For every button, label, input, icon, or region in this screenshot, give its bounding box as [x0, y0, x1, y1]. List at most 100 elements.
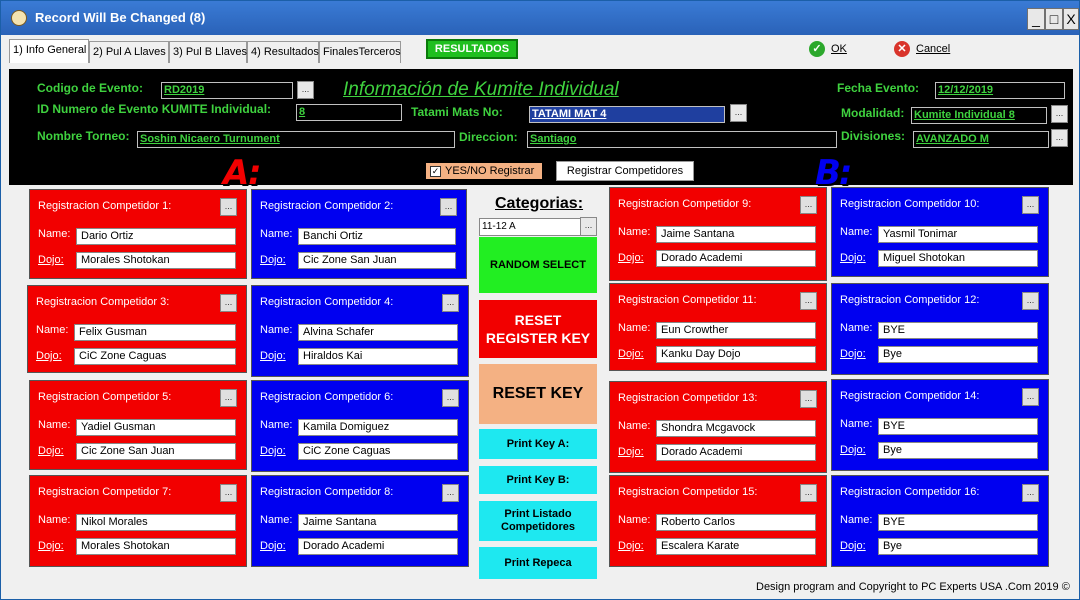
competitor-card: Registracion Competidor 16: ... Name: BY…: [831, 475, 1049, 567]
dojo-input[interactable]: Bye: [878, 346, 1038, 363]
dojo-input[interactable]: Hiraldos Kai: [298, 348, 458, 365]
name-input[interactable]: Alvina Schafer: [298, 324, 458, 341]
competitor-title: Registracion Competidor 10:: [840, 198, 980, 210]
competitor-lookup-button[interactable]: ...: [220, 294, 237, 312]
competitor-lookup-button[interactable]: ...: [220, 198, 237, 216]
torneo-field[interactable]: Soshin Nicaero Turnument: [137, 131, 455, 148]
name-input[interactable]: Eun Crowther: [656, 322, 816, 339]
fecha-field[interactable]: 12/12/2019: [935, 82, 1065, 99]
name-input[interactable]: Nikol Morales: [76, 514, 236, 531]
random-select-button[interactable]: RANDOM SELECT: [479, 237, 597, 293]
dojo-input[interactable]: Miguel Shotokan: [878, 250, 1038, 267]
print-key-b-button[interactable]: Print Key B:: [479, 466, 597, 494]
cancel-icon: ✕: [894, 41, 910, 57]
competitor-lookup-button[interactable]: ...: [800, 292, 817, 310]
name-input[interactable]: Jaime Santana: [656, 226, 816, 243]
reset-key-button[interactable]: RESET KEY: [479, 364, 597, 424]
tatami-field[interactable]: TATAMI MAT 4: [529, 106, 725, 123]
competitor-lookup-button[interactable]: ...: [442, 484, 459, 502]
reset-register-key-button[interactable]: RESET REGISTER KEY: [479, 300, 597, 358]
dojo-input[interactable]: Dorado Academi: [298, 538, 458, 555]
name-label: Name:: [36, 324, 69, 336]
name-label: Name:: [618, 514, 651, 526]
direccion-field[interactable]: Santiago: [527, 131, 837, 148]
competitor-lookup-button[interactable]: ...: [220, 484, 237, 502]
competitor-title: Registracion Competidor 4:: [260, 296, 394, 308]
codigo-lookup-button[interactable]: ...: [297, 81, 314, 99]
fecha-label: Fecha Evento:: [837, 81, 920, 95]
torneo-label: Nombre Torneo:: [37, 129, 130, 143]
name-input[interactable]: Dario Ortiz: [76, 228, 236, 245]
categoria-lookup-button[interactable]: ...: [580, 217, 597, 236]
name-input[interactable]: Shondra Mcgavock: [656, 420, 816, 437]
registrar-competidores-button[interactable]: Registrar Competidores: [556, 161, 694, 181]
name-input[interactable]: BYE: [878, 514, 1038, 531]
competitor-title: Registracion Competidor 3:: [36, 296, 170, 308]
dojo-input[interactable]: Morales Shotokan: [76, 252, 236, 269]
competitor-lookup-button[interactable]: ...: [800, 196, 817, 214]
dojo-input[interactable]: Dorado Academi: [656, 444, 816, 461]
competitor-lookup-button[interactable]: ...: [440, 198, 457, 216]
tab-pul-a-llaves[interactable]: 2) Pul A Llaves: [89, 41, 169, 63]
name-input[interactable]: Yadiel Gusman: [76, 419, 236, 436]
resultados-button[interactable]: RESULTADOS: [426, 39, 518, 59]
competitor-card: Registracion Competidor 9: ... Name: Jai…: [609, 187, 827, 281]
print-listado-button[interactable]: Print Listado Competidores: [479, 501, 597, 541]
dojo-input[interactable]: Kanku Day Dojo: [656, 346, 816, 363]
modalidad-field[interactable]: Kumite Individual 8: [911, 107, 1047, 124]
name-input[interactable]: BYE: [878, 322, 1038, 339]
modalidad-lookup-button[interactable]: ...: [1051, 105, 1068, 123]
group-a-label: A:: [223, 153, 262, 193]
name-input[interactable]: Kamila Domiguez: [298, 419, 458, 436]
name-input[interactable]: Yasmil Tonimar: [878, 226, 1038, 243]
name-input[interactable]: Felix Gusman: [74, 324, 236, 341]
tab-info-general[interactable]: 1) Info General: [9, 39, 89, 63]
minimize-button[interactable]: _: [1027, 8, 1045, 30]
competitor-lookup-button[interactable]: ...: [220, 389, 237, 407]
competitor-title: Registracion Competidor 7:: [38, 486, 172, 498]
divisiones-field[interactable]: AVANZADO M: [913, 131, 1049, 148]
competitor-lookup-button[interactable]: ...: [800, 484, 817, 502]
competitor-card: Registracion Competidor 1: ... Name: Dar…: [29, 189, 247, 279]
dojo-input[interactable]: Morales Shotokan: [76, 538, 236, 555]
maximize-button[interactable]: □: [1045, 8, 1063, 30]
id-field[interactable]: 8: [296, 104, 402, 121]
dojo-input[interactable]: CiC Zone Caguas: [298, 443, 458, 460]
dojo-input[interactable]: Cic Zone San Juan: [298, 252, 456, 269]
divisiones-label: Divisiones:: [841, 129, 906, 143]
name-input[interactable]: BYE: [878, 418, 1038, 435]
competitor-lookup-button[interactable]: ...: [1022, 292, 1039, 310]
categoria-select[interactable]: 11-12 A: [479, 218, 596, 236]
dojo-input[interactable]: Bye: [878, 442, 1038, 459]
tab-resultados[interactable]: 4) Resultados: [247, 41, 319, 63]
tatami-lookup-button[interactable]: ...: [730, 104, 747, 122]
dojo-input[interactable]: CiC Zone Caguas: [74, 348, 236, 365]
yesno-registrar-checkbox[interactable]: ✓ YES/NO Registrar: [426, 163, 543, 179]
competitor-lookup-button[interactable]: ...: [1022, 196, 1039, 214]
tab-finales-terceros[interactable]: FinalesTerceros: [319, 41, 401, 63]
competitor-title: Registracion Competidor 9:: [618, 198, 752, 210]
dojo-input[interactable]: Cic Zone San Juan: [76, 443, 236, 460]
tab-pul-b-llaves[interactable]: 3) Pul B Llaves: [169, 41, 247, 63]
print-key-a-button[interactable]: Print Key A:: [479, 429, 597, 459]
competitor-lookup-button[interactable]: ...: [442, 294, 459, 312]
divisiones-lookup-button[interactable]: ...: [1051, 129, 1068, 147]
competitor-lookup-button[interactable]: ...: [1022, 388, 1039, 406]
cancel-button[interactable]: ✕ Cancel: [894, 41, 950, 57]
dojo-input[interactable]: Dorado Academi: [656, 250, 816, 267]
dojo-input[interactable]: Escalera Karate: [656, 538, 816, 555]
competitor-lookup-button[interactable]: ...: [800, 390, 817, 408]
competitor-title: Registracion Competidor 2:: [260, 200, 394, 212]
name-input[interactable]: Banchi Ortiz: [298, 228, 456, 245]
competitor-title: Registracion Competidor 12:: [840, 294, 980, 306]
name-input[interactable]: Jaime Santana: [298, 514, 458, 531]
close-button[interactable]: X: [1063, 8, 1079, 30]
print-repeca-button[interactable]: Print Repeca: [479, 547, 597, 579]
competitor-lookup-button[interactable]: ...: [442, 389, 459, 407]
codigo-field[interactable]: RD2019: [161, 82, 293, 99]
name-input[interactable]: Roberto Carlos: [656, 514, 816, 531]
competitor-title: Registracion Competidor 15:: [618, 486, 758, 498]
competitor-lookup-button[interactable]: ...: [1022, 484, 1039, 502]
ok-button[interactable]: ✓ OK: [809, 41, 847, 57]
dojo-input[interactable]: Bye: [878, 538, 1038, 555]
